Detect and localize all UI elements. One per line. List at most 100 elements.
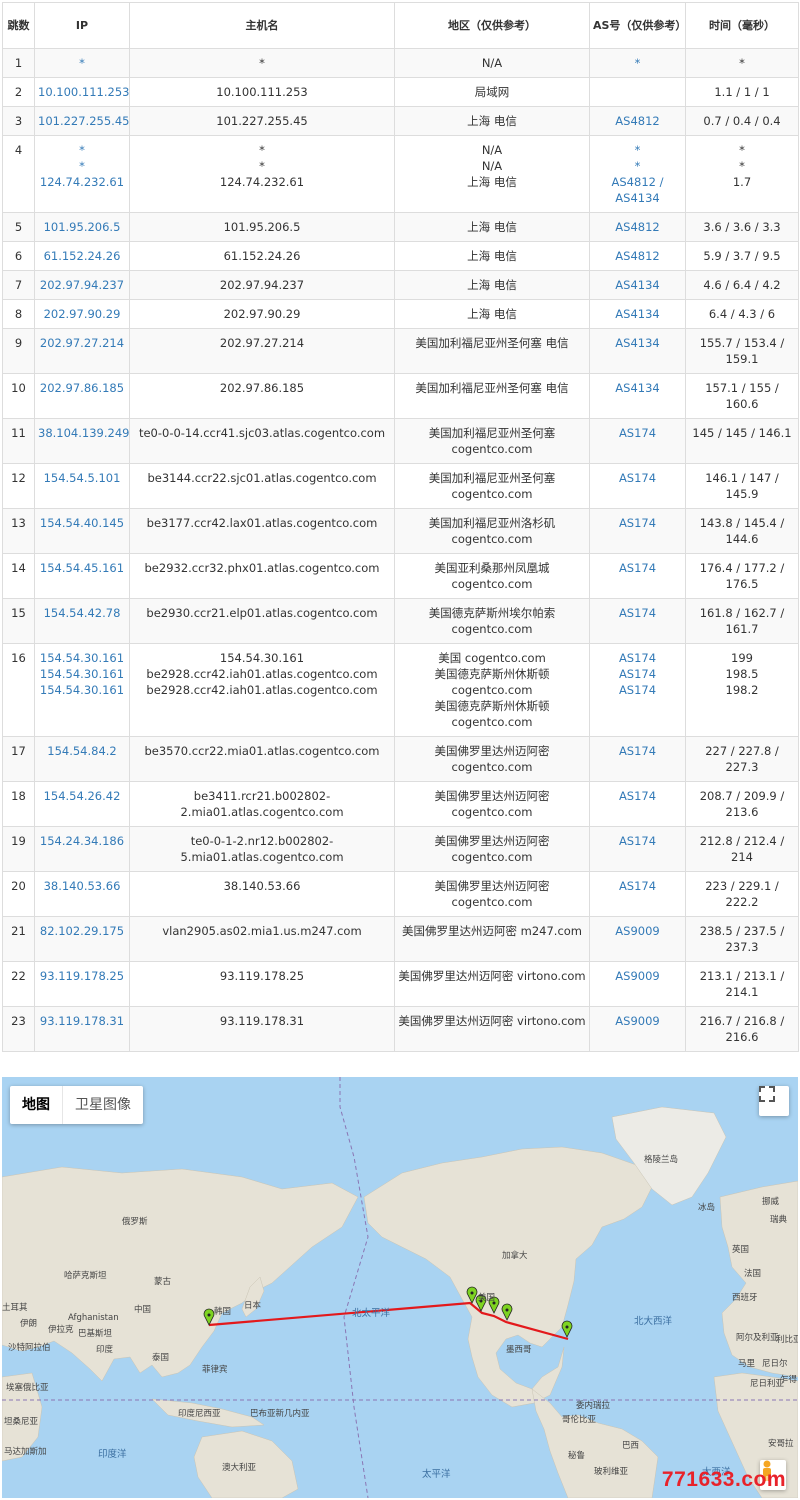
cell-ip[interactable]: 154.54.42.78: [34, 598, 130, 644]
cell-ip-line[interactable]: 154.54.26.42: [38, 788, 126, 804]
cell-asn[interactable]: AS4134: [589, 270, 686, 300]
cell-asn-line[interactable]: AS4134: [593, 306, 682, 322]
cell-asn[interactable]: AS174: [589, 781, 686, 827]
cell-ip[interactable]: 202.97.86.185: [34, 373, 130, 419]
cell-ip-line[interactable]: 93.119.178.25: [38, 968, 126, 984]
cell-ip-line[interactable]: 101.227.255.45: [38, 113, 129, 129]
map-type-satellite-button[interactable]: 卫星图像: [62, 1086, 143, 1124]
cell-ip[interactable]: * * 124.74.232.61: [34, 135, 130, 213]
cell-ip[interactable]: 38.104.139.249: [34, 418, 130, 464]
cell-ip[interactable]: 202.97.94.237: [34, 270, 130, 300]
cell-asn-line[interactable]: AS4812: [593, 248, 682, 264]
cell-ip[interactable]: 10.100.111.253: [34, 77, 130, 107]
cell-asn-line[interactable]: AS174: [593, 515, 682, 531]
cell-asn-line[interactable]: AS4134: [593, 190, 682, 206]
map-type-roadmap-button[interactable]: 地图: [10, 1086, 62, 1124]
cell-asn[interactable]: AS174: [589, 871, 686, 917]
cell-ip-line[interactable]: 202.97.90.29: [38, 306, 126, 322]
cell-asn[interactable]: AS174: [589, 508, 686, 554]
cell-asn[interactable]: AS9009: [589, 961, 686, 1007]
cell-ip[interactable]: 154.54.26.42: [34, 781, 130, 827]
cell-asn-line[interactable]: AS4812 /: [593, 174, 682, 190]
cell-asn-line[interactable]: AS4134: [593, 277, 682, 293]
cell-asn[interactable]: AS174: [589, 463, 686, 509]
cell-ip[interactable]: 38.140.53.66: [34, 871, 130, 917]
cell-asn[interactable]: AS4812: [589, 106, 686, 136]
cell-ip-line[interactable]: *: [38, 142, 126, 158]
cell-ip[interactable]: 154.54.30.161 154.54.30.161 154.54.30.161: [34, 643, 130, 737]
cell-asn-line[interactable]: AS174: [593, 605, 682, 621]
cell-asn[interactable]: AS4812: [589, 241, 686, 271]
cell-ip-line[interactable]: 202.97.86.185: [38, 380, 126, 396]
cell-ip-line[interactable]: 82.102.29.175: [38, 923, 126, 939]
cell-ip[interactable]: 154.54.84.2: [34, 736, 130, 782]
cell-asn-line[interactable]: AS174: [593, 560, 682, 576]
cell-ip-line[interactable]: 154.54.30.161: [38, 650, 126, 666]
cell-asn-line[interactable]: AS174: [593, 743, 682, 759]
cell-asn[interactable]: AS9009: [589, 916, 686, 962]
cell-ip-line[interactable]: 154.54.42.78: [38, 605, 126, 621]
cell-asn-line[interactable]: AS174: [593, 650, 682, 666]
cell-asn-line[interactable]: AS9009: [593, 968, 682, 984]
cell-asn-line[interactable]: AS174: [593, 666, 682, 682]
cell-asn-line[interactable]: *: [593, 158, 682, 174]
cell-asn[interactable]: AS174: [589, 736, 686, 782]
cell-ip-line[interactable]: 93.119.178.31: [38, 1013, 126, 1029]
cell-asn-line[interactable]: AS9009: [593, 1013, 682, 1029]
cell-ip-line[interactable]: 124.74.232.61: [38, 174, 126, 190]
cell-asn[interactable]: AS174: [589, 826, 686, 872]
cell-asn[interactable]: AS4812: [589, 212, 686, 242]
cell-ip-line[interactable]: 10.100.111.253: [38, 84, 129, 100]
cell-ip[interactable]: 154.54.45.161: [34, 553, 130, 599]
route-map[interactable]: 格陵兰岛 冰岛 挪威 瑞典 英国 法国 西班牙 阿尔及利亚 利比亚 马里 尼日尔…: [2, 1077, 798, 1498]
cell-asn-line[interactable]: AS174: [593, 470, 682, 486]
cell-ip-line[interactable]: 38.140.53.66: [38, 878, 126, 894]
cell-ip[interactable]: 154.54.5.101: [34, 463, 130, 509]
cell-ip[interactable]: 61.152.24.26: [34, 241, 130, 271]
cell-asn-line[interactable]: AS174: [593, 682, 682, 698]
cell-asn[interactable]: AS174: [589, 553, 686, 599]
cell-asn[interactable]: * * AS4812 /AS4134: [589, 135, 686, 213]
cell-asn-line[interactable]: AS174: [593, 878, 682, 894]
cell-ip-line[interactable]: 61.152.24.26: [38, 248, 126, 264]
cell-asn-line[interactable]: AS9009: [593, 923, 682, 939]
cell-asn-line[interactable]: *: [593, 55, 682, 71]
cell-ip[interactable]: 82.102.29.175: [34, 916, 130, 962]
cell-asn[interactable]: AS4134: [589, 373, 686, 419]
cell-ip-line[interactable]: 154.54.30.161: [38, 666, 126, 682]
cell-asn-line[interactable]: AS4812: [593, 113, 682, 129]
cell-asn-line[interactable]: AS4134: [593, 335, 682, 351]
cell-asn[interactable]: [589, 77, 686, 107]
cell-asn-line[interactable]: AS174: [593, 788, 682, 804]
cell-asn[interactable]: *: [589, 48, 686, 78]
cell-ip[interactable]: 101.95.206.5: [34, 212, 130, 242]
cell-ip-line[interactable]: 101.95.206.5: [38, 219, 126, 235]
cell-ip-line[interactable]: *: [38, 158, 126, 174]
cell-ip-line[interactable]: 154.24.34.186: [38, 833, 126, 849]
cell-ip[interactable]: 93.119.178.31: [34, 1006, 130, 1052]
cell-ip-line[interactable]: 154.54.84.2: [38, 743, 126, 759]
cell-asn[interactable]: AS174 AS174 AS174: [589, 643, 686, 737]
cell-asn-line[interactable]: AS4812: [593, 219, 682, 235]
cell-asn-line[interactable]: AS174: [593, 833, 682, 849]
cell-asn[interactable]: AS4134: [589, 328, 686, 374]
cell-ip-line[interactable]: 202.97.94.237: [38, 277, 126, 293]
cell-asn[interactable]: AS4134: [589, 299, 686, 329]
cell-ip[interactable]: 93.119.178.25: [34, 961, 130, 1007]
cell-ip-line[interactable]: 38.104.139.249: [38, 425, 129, 441]
fullscreen-button[interactable]: [759, 1086, 789, 1116]
cell-ip-line[interactable]: 154.54.30.161: [38, 682, 126, 698]
cell-ip-line[interactable]: 154.54.40.145: [38, 515, 126, 531]
cell-asn[interactable]: AS174: [589, 598, 686, 644]
cell-ip-line[interactable]: 202.97.27.214: [38, 335, 126, 351]
cell-ip-line[interactable]: 154.54.45.161: [38, 560, 126, 576]
cell-ip[interactable]: *: [34, 48, 130, 78]
cell-asn-line[interactable]: *: [593, 142, 682, 158]
cell-ip-line[interactable]: *: [38, 55, 126, 71]
cell-asn[interactable]: AS174: [589, 418, 686, 464]
cell-ip[interactable]: 154.54.40.145: [34, 508, 130, 554]
cell-ip[interactable]: 154.24.34.186: [34, 826, 130, 872]
cell-ip[interactable]: 101.227.255.45: [34, 106, 130, 136]
cell-ip-line[interactable]: 154.54.5.101: [38, 470, 126, 486]
cell-asn[interactable]: AS9009: [589, 1006, 686, 1052]
